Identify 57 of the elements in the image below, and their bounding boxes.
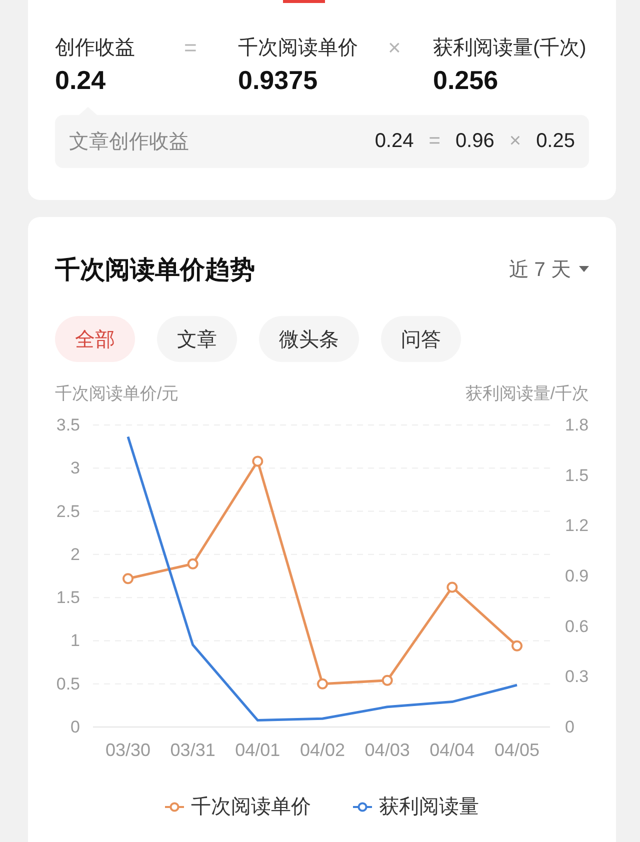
- formula-value: 0.256: [433, 64, 498, 96]
- axis-title: 千次阅读单价/元: [55, 384, 179, 404]
- operator-sign: ×: [509, 130, 522, 153]
- caret-icon: [579, 266, 589, 272]
- y-tick-label: 0.3: [565, 667, 589, 686]
- y-tick-label: 1.5: [56, 588, 80, 608]
- legend-label[interactable]: 获利阅读量: [379, 793, 479, 821]
- legend-marker-icon[interactable]: [165, 802, 184, 812]
- tab-indicator: [283, 0, 325, 3]
- breakdown-value: 0.24: [374, 130, 414, 153]
- breakdown-label: 文章创作收益: [69, 130, 189, 155]
- section-title: 千次阅读单价趋势: [55, 254, 255, 286]
- operator-sign: =: [428, 130, 440, 153]
- formula-label: 获利阅读量(千次): [433, 36, 586, 61]
- filter-chip[interactable]: 文章: [157, 316, 237, 362]
- y-tick-label: 0: [565, 718, 574, 736]
- data-point: [446, 582, 458, 593]
- formula-value: 0.24: [55, 64, 106, 96]
- data-point: [317, 678, 328, 690]
- breakdown-value: 0.25: [536, 130, 575, 153]
- x-tick-label: 04/02: [300, 740, 346, 760]
- x-tick-label: 04/03: [364, 740, 410, 760]
- formula-label: 千次阅读单价: [238, 36, 358, 61]
- x-tick-label: 04/04: [430, 740, 475, 760]
- legend-marker-icon[interactable]: [353, 802, 372, 812]
- y-tick-label: 1: [70, 631, 80, 650]
- y-tick-label: 3: [70, 458, 80, 478]
- operator-sign: ×: [388, 35, 401, 62]
- data-point: [512, 640, 522, 652]
- y-tick-label: 0.5: [56, 674, 80, 694]
- x-tick-label: 03/31: [170, 740, 216, 760]
- x-tick-label: 03/30: [105, 740, 151, 760]
- y-tick-label: 2.5: [56, 502, 80, 521]
- y-tick-label: 1.2: [565, 516, 589, 536]
- range-dropdown[interactable]: 近 7 天: [508, 256, 589, 282]
- y-tick-label: 3.5: [56, 416, 80, 434]
- y-tick-label: 0.9: [565, 566, 589, 586]
- formula-value: 0.9375: [238, 64, 318, 96]
- breakdown-value: 0.96: [455, 130, 494, 153]
- data-point: [122, 573, 134, 584]
- data-point: [252, 456, 264, 467]
- formula-label: 创作收益: [55, 36, 135, 61]
- data-point: [382, 674, 393, 686]
- filter-chip[interactable]: 全部: [55, 316, 135, 362]
- filter-chip[interactable]: 问答: [381, 316, 461, 362]
- data-point: [187, 558, 198, 570]
- legend-label[interactable]: 千次阅读单价: [191, 793, 311, 821]
- y-tick-label: 0: [70, 718, 80, 736]
- axis-title: 获利阅读量/千次: [465, 384, 589, 404]
- filter-chip[interactable]: 微头条: [259, 316, 359, 362]
- y-tick-label: 2: [70, 544, 80, 564]
- x-tick-label: 04/01: [235, 740, 280, 760]
- x-tick-label: 04/05: [494, 740, 540, 760]
- y-tick-label: 1.5: [565, 466, 589, 485]
- operator-sign: =: [184, 35, 197, 62]
- y-tick-label: 1.8: [565, 416, 589, 434]
- y-tick-label: 0.6: [565, 616, 589, 636]
